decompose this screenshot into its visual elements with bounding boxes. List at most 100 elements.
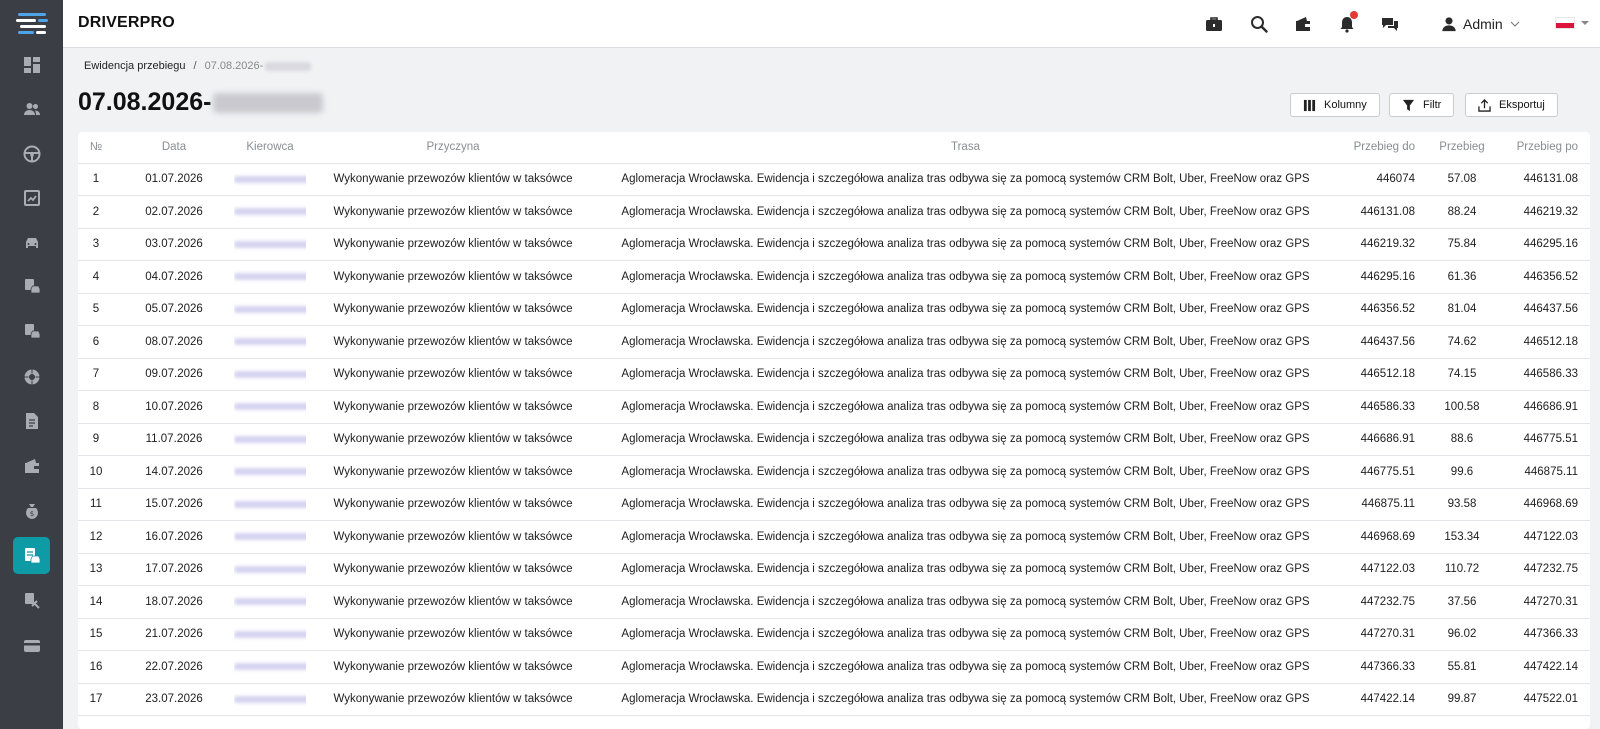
columns-label: Kolumny [1324,99,1367,111]
app-logo-icon[interactable] [14,10,50,36]
cell-mileage-after: 447366.33 [1497,618,1590,651]
money-bag-icon: $ [25,503,38,519]
tire-icon [24,369,39,384]
language-caret-icon[interactable] [1581,21,1589,25]
redacted-driver-name [234,208,306,216]
sidebar-item-wallet[interactable] [13,447,50,484]
cell-driver [234,683,306,716]
table-row[interactable]: 12 16.07.2026 Wykonywanie przewozów klient… [78,520,1590,554]
cell-mileage-to: 446875.11 [1331,488,1427,521]
redacted-driver-name [234,630,306,638]
cell-mileage-after: 447422.14 [1497,650,1590,684]
briefcase-button[interactable] [1203,13,1225,35]
cell-mileage-after: 447270.31 [1497,585,1590,619]
col-header-driver[interactable]: Kierowca [234,132,306,164]
language-flag-icon[interactable] [1555,17,1575,29]
sidebar-item-dashboard[interactable] [13,46,50,83]
table-row[interactable]: 3 03.07.2026 Wykonywanie przewozów klientó… [78,228,1590,261]
cell-reason: Wykonywanie przewozów klientów w taksówc… [306,163,600,196]
cell-no: 6 [78,325,114,359]
cell-driver [234,260,306,294]
table-row[interactable]: 13 17.07.2026 Wykonywanie przewozów klient… [78,553,1590,586]
col-header-route[interactable]: Trasa [600,132,1331,164]
cell-route: Aglomeracja Wrocławska. Ewidencja i szcz… [600,358,1331,391]
cell-driver [234,228,306,261]
table-row[interactable]: 14 18.07.2026 Wykonywanie przewozów klient… [78,585,1590,619]
cell-no: 11 [78,488,114,521]
user-menu[interactable]: Admin [1441,13,1521,35]
redacted-driver-name [234,370,306,378]
cell-date: 03.07.2026 [114,228,234,261]
cell-mileage: 100.58 [1427,390,1497,424]
sidebar-item-reports[interactable] [13,179,50,216]
cell-mileage-to: 446295.16 [1331,260,1427,294]
table-row[interactable]: 5 05.07.2026 Wykonywanie przewozów klientó… [78,293,1590,326]
cell-mileage-to: 446356.52 [1331,293,1427,326]
sidebar-item-vehicle-reports[interactable] [13,268,50,305]
sidebar-item-cars[interactable] [13,224,50,261]
col-header-no[interactable]: № [78,132,114,164]
sidebar-item-drivers[interactable] [13,135,50,172]
cell-mileage: 57.08 [1427,163,1497,196]
cell-route: Aglomeracja Wrocławska. Ewidencja i szcz… [600,195,1331,229]
sidebar-item-cards[interactable] [13,627,50,664]
sidebar-item-documents[interactable] [13,402,50,439]
col-header-mileage-to[interactable]: Przebieg do [1331,132,1427,164]
table-row[interactable]: 11 15.07.2026 Wykonywanie przewozów klient… [78,488,1590,521]
messages-button[interactable] [1379,13,1401,35]
cell-mileage-to: 447122.03 [1331,553,1427,586]
sidebar-item-mileage-log[interactable] [13,537,50,574]
cell-date: 23.07.2026 [114,683,234,716]
mileage-log-icon [24,547,40,563]
table-row[interactable]: 2 02.07.2026 Wykonywanie przewozów klientó… [78,195,1590,229]
sidebar-item-service[interactable] [13,582,50,619]
cell-mileage-to: 447366.33 [1331,650,1427,684]
cell-mileage-after: 446295.16 [1497,228,1590,261]
cell-reason: Wykonywanie przewozów klientów w taksówc… [306,293,600,326]
cell-date: 22.07.2026 [114,650,234,684]
table-row[interactable]: 16 22.07.2026 Wykonywanie przewozów klient… [78,650,1590,684]
col-header-mileage[interactable]: Przebieg [1427,132,1497,164]
redacted-driver-name [234,305,306,313]
col-header-mileage-after[interactable]: Przebieg po [1497,132,1590,164]
table-row[interactable]: 17 23.07.2026 Wykonywanie przewozów klient… [78,683,1590,716]
cell-route: Aglomeracja Wrocławska. Ewidencja i szcz… [600,683,1331,716]
col-header-reason[interactable]: Przyczyna [306,132,600,164]
table-header-row: № Data Kierowca Przyczyna Trasa Przebieg… [78,132,1590,164]
sidebar-item-tires[interactable] [13,358,50,395]
breadcrumb-parent[interactable]: Ewidencja przebiegu [84,60,186,72]
sidebar-item-vehicle-settings[interactable] [13,313,50,350]
filter-button[interactable]: Filtr [1389,93,1455,117]
cell-mileage-after: 446437.56 [1497,293,1590,326]
redacted-driver-name [234,435,306,443]
cell-mileage-to: 446074 [1331,163,1427,196]
users-icon [23,102,40,115]
sidebar-item-users[interactable] [13,90,50,127]
cell-mileage: 110.72 [1427,553,1497,586]
table-row[interactable]: 6 08.07.2026 Wykonywanie przewozów klientó… [78,325,1590,359]
cell-mileage-to: 446131.08 [1331,195,1427,229]
svg-text:$: $ [29,510,33,518]
col-header-date[interactable]: Data [114,132,234,164]
table-row[interactable]: 15 21.07.2026 Wykonywanie przewozów klient… [78,618,1590,651]
search-button[interactable] [1248,13,1270,35]
car-icon [25,237,38,248]
chart-icon [23,189,40,206]
table-row[interactable]: 9 11.07.2026 Wykonywanie przewozów klientó… [78,423,1590,456]
table-row[interactable]: 7 09.07.2026 Wykonywanie przewozów klientó… [78,358,1590,391]
table-row[interactable]: 10 14.07.2026 Wykonywanie przewozów klient… [78,455,1590,489]
table-row[interactable]: 1 01.07.2026 Wykonywanie przewozów klientó… [78,163,1590,196]
cell-driver [234,358,306,391]
cell-date: 15.07.2026 [114,488,234,521]
notifications-button[interactable] [1336,11,1358,35]
sidebar-item-finance[interactable]: $ [13,492,50,529]
cell-mileage-to: 446219.32 [1331,228,1427,261]
columns-button[interactable]: Kolumny [1290,93,1380,117]
cell-date: 21.07.2026 [114,618,234,651]
table-row[interactable]: 8 10.07.2026 Wykonywanie przewozów klientó… [78,390,1590,424]
wallet-button[interactable] [1292,13,1314,35]
table-row[interactable]: 4 04.07.2026 Wykonywanie przewozów klientó… [78,260,1590,294]
redacted-driver-name [234,533,306,541]
export-button[interactable]: Eksportuj [1465,93,1558,117]
cell-mileage-after: 447232.75 [1497,553,1590,586]
